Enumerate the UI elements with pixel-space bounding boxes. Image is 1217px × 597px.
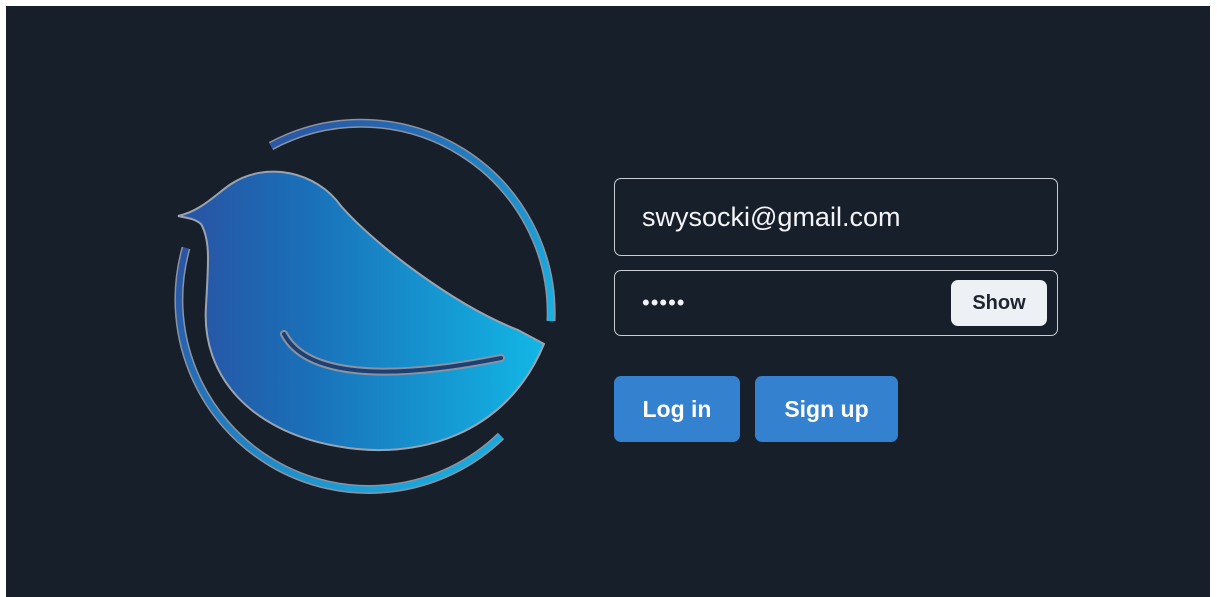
form-actions: Log in Sign up <box>614 376 1060 442</box>
show-password-button[interactable]: Show <box>951 280 1047 326</box>
email-field-container <box>614 178 1058 256</box>
email-input[interactable] <box>615 179 1057 255</box>
login-screen: Show Log in Sign up <box>6 6 1210 597</box>
login-form: Show Log in Sign up <box>614 178 1060 442</box>
bluebird-logo-icon <box>174 118 556 494</box>
signup-button[interactable]: Sign up <box>755 376 898 442</box>
login-button[interactable]: Log in <box>614 376 740 442</box>
password-field-container: Show <box>614 270 1058 336</box>
